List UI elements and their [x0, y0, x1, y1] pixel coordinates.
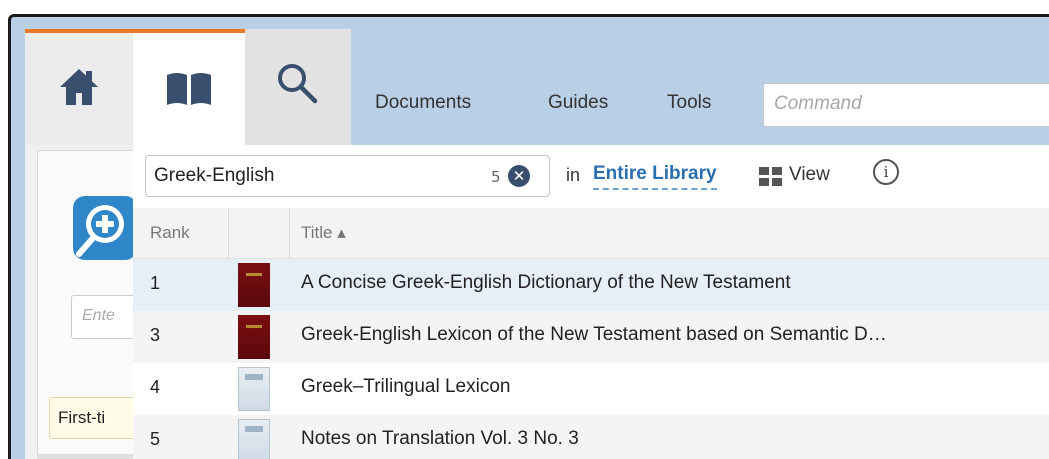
library-search-query[interactable]: Greek-English — [154, 165, 274, 187]
book-cover — [238, 419, 270, 459]
home-tab[interactable] — [25, 29, 133, 145]
book-icon — [167, 73, 211, 105]
library-tab[interactable] — [133, 29, 245, 157]
info-icon[interactable]: i — [873, 159, 899, 185]
app-window: Documents Guides Tools Ente First-ti Gre… — [8, 14, 1049, 459]
book-cover — [238, 315, 270, 359]
menu-tools[interactable]: Tools — [667, 92, 711, 114]
table-row[interactable]: 3 Greek-English Lexicon of the New Testa… — [133, 311, 1049, 363]
scope-prefix: in — [566, 165, 581, 185]
row-title[interactable]: Greek-English Lexicon of the New Testame… — [301, 324, 887, 346]
book-cover — [238, 367, 270, 411]
scope-selector[interactable]: Entire Library — [593, 163, 717, 190]
search-help-icon — [73, 196, 137, 260]
row-title[interactable]: A Concise Greek-English Dictionary of th… — [301, 272, 791, 294]
table-header: Rank Title ▴ — [133, 208, 1049, 259]
column-title[interactable]: Title ▴ — [301, 208, 346, 258]
search-icon — [278, 64, 318, 104]
row-title[interactable]: Greek–Trilingual Lexicon — [301, 376, 510, 398]
row-rank: 5 — [150, 429, 161, 449]
table-row[interactable]: 1 A Concise Greek-English Dictionary of … — [133, 259, 1049, 311]
command-input[interactable] — [764, 84, 1049, 124]
row-rank: 4 — [150, 377, 161, 397]
row-rank: 3 — [150, 325, 161, 345]
table-row[interactable]: 4 Greek–Trilingual Lexicon — [133, 363, 1049, 415]
book-cover — [238, 263, 270, 307]
search-tab[interactable] — [245, 29, 351, 145]
row-rank: 1 — [150, 273, 161, 293]
grid-view-icon[interactable] — [759, 167, 783, 187]
clear-icon[interactable]: ✕ — [508, 165, 530, 187]
library-panel: Greek-English 5 ✕ in Entire Library View… — [133, 145, 1049, 459]
column-rank[interactable]: Rank — [133, 208, 229, 258]
menu-documents[interactable]: Documents — [375, 92, 471, 114]
view-button[interactable]: View — [789, 164, 830, 186]
column-cover — [229, 208, 290, 258]
command-box[interactable] — [763, 83, 1049, 127]
table-row[interactable]: 5 Notes on Translation Vol. 3 No. 3 — [133, 415, 1049, 459]
library-search-box[interactable]: Greek-English 5 ✕ — [145, 155, 550, 197]
home-icon — [60, 69, 98, 105]
menu-guides[interactable]: Guides — [548, 92, 608, 114]
row-title[interactable]: Notes on Translation Vol. 3 No. 3 — [301, 428, 579, 450]
result-count: 5 — [491, 168, 501, 186]
